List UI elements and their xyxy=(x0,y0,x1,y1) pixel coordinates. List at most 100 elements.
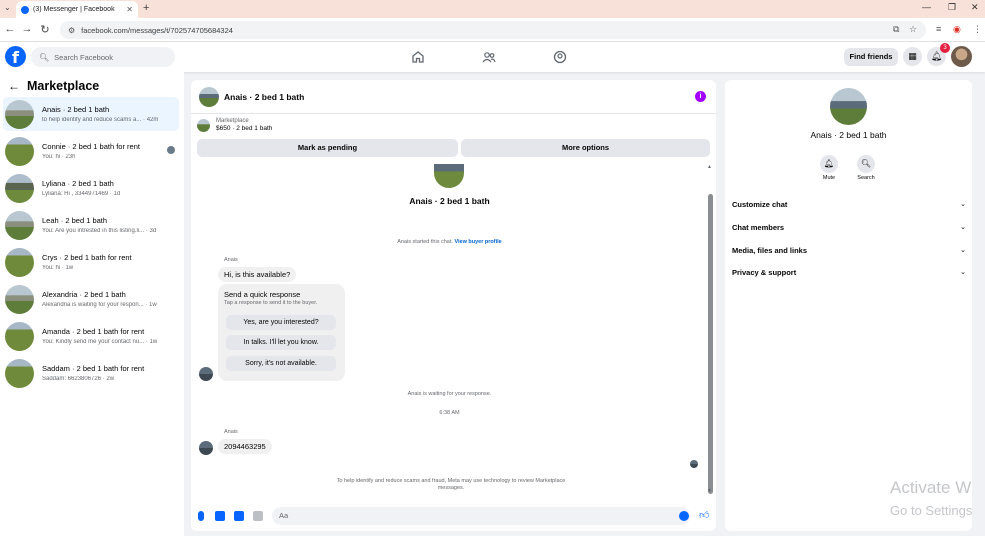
menu-dots-icon[interactable]: ⋮ xyxy=(973,24,982,35)
media-files-links-section[interactable]: Media, files and links ⌄ xyxy=(732,243,966,257)
forward-icon[interactable]: → xyxy=(20,23,34,35)
bell-icon: 🔔︎ xyxy=(820,155,838,173)
search-placeholder: Search Facebook xyxy=(54,52,113,62)
maximize-icon[interactable]: ❐ xyxy=(948,2,956,13)
sender-avatar xyxy=(199,367,213,381)
conversation-details-panel: Anais · 2 bed 1 bath 🔔︎ Mute 🔍︎ Search C… xyxy=(725,80,972,531)
install-icon[interactable]: ⧉ xyxy=(893,24,899,35)
facebook-logo-icon[interactable]: f xyxy=(5,46,26,67)
conversation-item[interactable]: Alexandria · 2 bed 1 bath Alexandria is … xyxy=(3,282,179,316)
listing-summary[interactable]: Marketplace $650 · 2 bed 1 bath xyxy=(197,118,272,132)
emoji-icon[interactable] xyxy=(679,511,689,521)
chat-started-notice: Anais started this chat. View buyer prof… xyxy=(191,239,708,245)
notification-badge: 3 xyxy=(940,43,950,53)
back-arrow-icon[interactable]: ← xyxy=(8,79,20,93)
conversation-name: Connie · 2 bed 1 bath for rent xyxy=(42,142,140,151)
tab-search-icon[interactable]: ⌄ xyxy=(4,3,11,12)
view-buyer-profile-link[interactable]: View buyer profile xyxy=(454,239,501,245)
message-bubble: 2094463295 xyxy=(218,439,272,454)
mute-button[interactable]: 🔔︎ Mute xyxy=(814,155,844,181)
find-friends-button[interactable]: Find friends xyxy=(844,48,898,66)
activate-windows-watermark: Activate W xyxy=(890,478,972,497)
conversation-item[interactable]: Amanda · 2 bed 1 bath for rent You: Kind… xyxy=(3,319,179,353)
sticker-icon[interactable] xyxy=(234,511,244,521)
conversation-name: Saddam · 2 bed 1 bath for rent xyxy=(42,364,145,373)
back-icon[interactable]: ← xyxy=(3,23,17,35)
chat-title[interactable]: Anais · 2 bed 1 bath xyxy=(224,92,304,102)
quick-reply-button[interactable]: Sorry, it's not available. xyxy=(226,356,336,371)
more-options-button[interactable]: More options xyxy=(461,139,710,157)
conversation-item[interactable]: Anais · 2 bed 1 bath to help identify an… xyxy=(3,97,179,131)
conversation-name: Crys · 2 bed 1 bath for rent xyxy=(42,253,132,262)
conversation-item[interactable]: Saddam · 2 bed 1 bath for rent Saddam: 6… xyxy=(3,356,179,390)
details-avatar xyxy=(830,88,867,125)
search-icon: 🔍︎ xyxy=(857,155,875,173)
waiting-notice: Anais is waiting for your response. xyxy=(407,391,492,397)
conversation-preview: You: hi · 23h xyxy=(42,154,76,160)
conversation-item[interactable]: Connie · 2 bed 1 bath for rent You: hi ·… xyxy=(3,134,179,168)
friends-icon[interactable] xyxy=(482,50,496,64)
search-conversation-button[interactable]: 🔍︎ Search xyxy=(851,155,881,181)
profile-icon[interactable]: ◉ xyxy=(953,24,961,35)
scroll-down-icon[interactable]: ▼ xyxy=(707,488,712,494)
quick-reply-button[interactable]: Yes, are you interested? xyxy=(226,315,336,330)
address-bar-row: ← → ↻ ⚙ facebook.com/messages/t/70257470… xyxy=(0,18,985,42)
message-bubble: Hi, is this available? xyxy=(218,267,297,282)
scroll-up-icon[interactable]: ▲ xyxy=(707,164,712,170)
conversation-preview: Lyliana: Hi , 3344971469 · 1d xyxy=(42,191,121,197)
message-thread: Anais · 2 bed 1 bath Anais started this … xyxy=(191,164,716,499)
read-receipt-icon xyxy=(690,460,698,468)
reload-icon[interactable]: ↻ xyxy=(38,23,52,36)
chat-members-section[interactable]: Chat members ⌄ xyxy=(732,220,966,234)
conversation-name: Leah · 2 bed 1 bath xyxy=(42,216,108,225)
chat-avatar[interactable] xyxy=(199,86,219,107)
browser-tab[interactable]: (3) Messenger | Facebook ✕ xyxy=(16,1,138,18)
listing-thumbnail xyxy=(5,173,34,203)
privacy-support-section[interactable]: Privacy & support ⌄ xyxy=(732,265,966,279)
site-info-icon[interactable]: ⚙ xyxy=(68,26,75,35)
mark-as-pending-button[interactable]: Mark as pending xyxy=(197,139,458,157)
sender-avatar xyxy=(199,441,213,455)
marketplace-title: Marketplace xyxy=(27,79,100,93)
gif-icon[interactable] xyxy=(253,511,263,521)
conversation-item[interactable]: Crys · 2 bed 1 bath for rent You: hi · 1… xyxy=(3,245,179,279)
chat-scrollbar[interactable]: ▲ ▼ xyxy=(707,164,713,494)
quick-response-title: Send a quick response xyxy=(224,290,301,299)
browser-tab-strip: ⌄ (3) Messenger | Facebook ✕ + — ❐ ✕ xyxy=(0,0,985,18)
facebook-search-input[interactable]: 🔍︎ Search Facebook xyxy=(31,47,175,67)
info-icon[interactable]: i xyxy=(695,91,706,102)
microphone-icon[interactable] xyxy=(198,511,204,521)
new-tab-icon[interactable]: + xyxy=(143,2,149,14)
conversation-preview: Alexandria is waiting for your respon...… xyxy=(42,302,157,308)
message-input[interactable]: Aa xyxy=(272,507,690,525)
conversation-preview: You: Kindly send me your contact nu... ·… xyxy=(42,339,158,345)
groups-icon[interactable] xyxy=(553,50,567,64)
customize-chat-section[interactable]: Customize chat ⌄ xyxy=(732,197,966,211)
sender-name: Anais xyxy=(224,257,238,263)
conversation-name: Alexandria · 2 bed 1 bath xyxy=(42,290,126,299)
conversation-item[interactable]: Lyliana · 2 bed 1 bath Lyliana: Hi , 334… xyxy=(3,171,179,205)
chevron-down-icon: ⌄ xyxy=(960,224,966,231)
chevron-down-icon: ⌄ xyxy=(960,247,966,254)
conversation-preview: You: Are you intrested in this listing.l… xyxy=(42,228,157,234)
media-control-icon[interactable]: ≡ xyxy=(936,24,941,34)
quick-reply-button[interactable]: In talks. I'll let you know. xyxy=(226,335,336,350)
photo-icon[interactable] xyxy=(215,511,225,521)
menu-grid-icon[interactable]: ▦ xyxy=(903,47,922,66)
conversation-item[interactable]: Leah · 2 bed 1 bath You: Are you intrest… xyxy=(3,208,179,242)
close-window-icon[interactable]: ✕ xyxy=(971,2,979,13)
facebook-header: f 🔍︎ Search Facebook Find friends ▦ 🔔︎ 3 xyxy=(0,42,985,72)
account-avatar[interactable] xyxy=(951,46,972,67)
sender-name: Anais xyxy=(224,429,238,435)
facebook-favicon-icon xyxy=(21,5,29,14)
review-disclaimer: To help identify and reduce scams and fr… xyxy=(336,478,566,491)
conversation-name: Amanda · 2 bed 1 bath for rent xyxy=(42,327,145,336)
url-field[interactable]: ⚙ facebook.com/messages/t/70257470568432… xyxy=(60,21,926,39)
activate-windows-subtext: Go to Settings xyxy=(890,503,973,518)
minimize-icon[interactable]: — xyxy=(922,2,931,12)
home-icon[interactable] xyxy=(411,50,425,64)
scroll-thumb[interactable] xyxy=(708,194,713,494)
close-tab-icon[interactable]: ✕ xyxy=(126,5,133,14)
like-thumb-icon[interactable]: 👍︎ xyxy=(699,509,709,521)
bookmark-star-icon[interactable]: ☆ xyxy=(909,24,917,35)
